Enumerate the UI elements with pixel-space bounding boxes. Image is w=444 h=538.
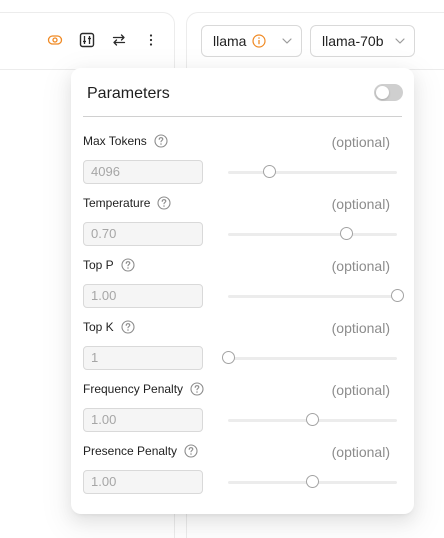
model-provider-select[interactable]: llama [201,25,302,57]
parameter-label-text: Temperature [83,196,151,210]
parameter-label-text: Top P [83,258,114,272]
parameter-label: Frequency Penalty [83,382,204,396]
question-circle-icon[interactable] [157,196,171,210]
swap-arrows-icon[interactable] [110,31,128,49]
parameter-value-input[interactable]: 1.00 [83,284,203,308]
more-vertical-icon[interactable] [142,31,160,49]
optional-hint: (optional) [331,258,390,274]
toggle-knob [376,86,389,99]
parameter-value-input[interactable]: 1.00 [83,408,203,432]
parameters-enable-toggle[interactable] [374,84,403,101]
parameter-slider[interactable] [228,475,397,488]
optional-hint: (optional) [331,134,390,150]
slider-handle[interactable] [262,165,276,178]
optional-hint: (optional) [331,196,390,212]
optional-hint: (optional) [331,444,390,460]
eye-icon[interactable] [46,31,64,49]
parameter-row: Top K (optional) 1 [83,320,397,376]
parameter-row: Temperature (optional) 0.70 [83,196,397,252]
parameter-row: Presence Penalty (optional) 1.00 [83,444,397,500]
slider-handle[interactable] [306,413,319,426]
info-icon [252,34,267,48]
parameter-value-input[interactable]: 0.70 [83,222,203,246]
parameter-slider[interactable] [228,227,397,240]
parameter-row: Top P (optional) 1.00 [83,258,404,314]
parameter-value-input[interactable]: 4096 [83,160,203,184]
parameter-value-input[interactable]: 1.00 [83,470,203,494]
sliders-icon[interactable] [78,31,96,49]
optional-hint: (optional) [331,320,390,336]
slider-handle[interactable] [390,289,404,302]
popover-title: Parameters [87,85,170,102]
question-circle-icon[interactable] [184,444,198,458]
parameter-label: Top P [83,258,135,272]
optional-hint: (optional) [331,382,390,398]
question-circle-icon[interactable] [154,134,168,148]
parameter-slider[interactable] [221,351,397,364]
chevron-down-icon [281,35,293,47]
parameter-label: Presence Penalty [83,444,198,458]
parameter-label-text: Frequency Penalty [83,382,184,396]
parameter-label: Max Tokens [83,134,168,148]
chevron-down-icon [394,35,406,47]
question-circle-icon[interactable] [190,382,204,396]
parameter-label-text: Top K [83,320,114,334]
parameter-label: Top K [83,320,135,334]
parameter-slider[interactable] [228,165,397,178]
parameter-value-input[interactable]: 1 [83,346,203,370]
model-name-select[interactable]: llama-70b [310,25,415,57]
parameter-row: Frequency Penalty (optional) 1.00 [83,382,397,438]
parameter-slider[interactable] [228,413,397,426]
slider-handle[interactable] [221,351,235,364]
parameter-label-text: Presence Penalty [83,444,178,458]
parameter-row: Max Tokens (optional) 4096 [83,134,397,190]
model-name-label: llama-70b [322,33,384,49]
slider-handle[interactable] [339,227,353,240]
popover-divider [83,116,402,117]
slider-handle[interactable] [306,475,319,488]
question-circle-icon[interactable] [121,258,135,272]
parameter-label: Temperature [83,196,171,210]
parameter-label-text: Max Tokens [83,134,147,148]
parameters-popover: Parameters Max Tokens (optional) 4096 Tempe… [71,68,414,514]
parameter-slider[interactable] [228,289,404,302]
question-circle-icon[interactable] [121,320,135,334]
model-provider-label: llama [213,33,247,49]
